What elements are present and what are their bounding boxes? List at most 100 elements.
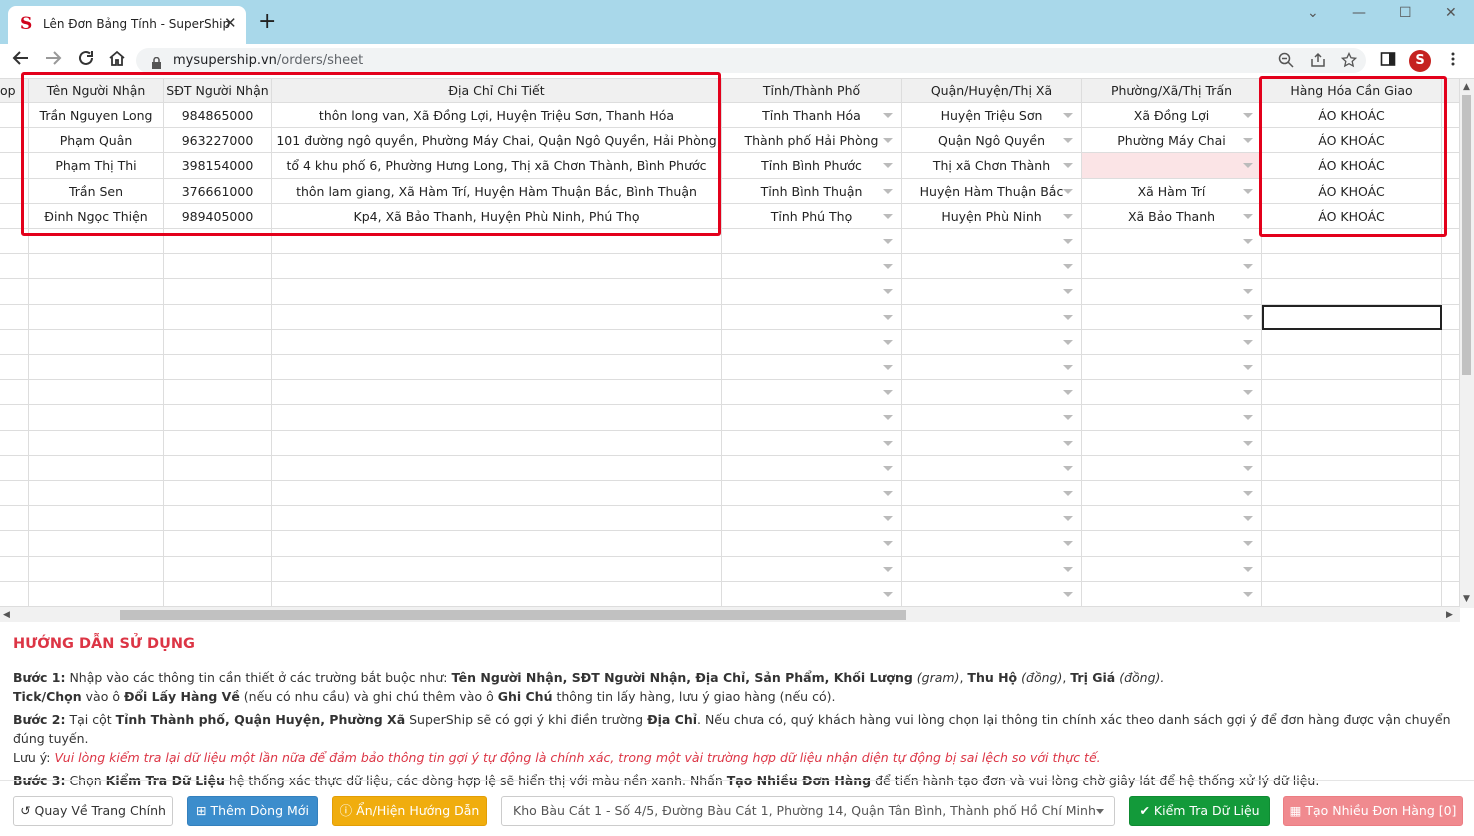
cell-address[interactable] <box>272 430 722 456</box>
cell-district[interactable] <box>902 455 1082 481</box>
cell-recipient-phone[interactable] <box>164 279 272 305</box>
cell-ward[interactable]: Xã Hàm Trí <box>1082 178 1262 204</box>
create-orders-button[interactable]: ▦ Tạo Nhiều Đơn Hàng [0] <box>1283 796 1463 826</box>
zoom-icon[interactable] <box>1278 52 1294 71</box>
table-row[interactable]: Đinh Ngọc Thiện 989405000 Kp4, Xã Bảo Than… <box>0 203 1460 229</box>
cell-ward[interactable] <box>1082 531 1262 557</box>
cell-ward[interactable] <box>1082 153 1262 179</box>
cell-address[interactable] <box>272 481 722 507</box>
cell-address[interactable] <box>272 405 722 431</box>
cell-district[interactable] <box>902 229 1082 255</box>
cell-goods[interactable] <box>1262 355 1442 381</box>
dropdown-arrow-icon[interactable] <box>1063 163 1073 169</box>
cell-province[interactable] <box>722 506 902 532</box>
cell-province[interactable] <box>722 455 902 481</box>
dropdown-arrow-icon[interactable] <box>1063 516 1073 522</box>
table-row[interactable] <box>0 405 1460 431</box>
cell-recipient-phone[interactable] <box>164 455 272 481</box>
cell-province[interactable] <box>722 304 902 330</box>
header-district[interactable]: Quận/Huyện/Thị Xã <box>902 79 1082 103</box>
table-row[interactable] <box>0 329 1460 355</box>
dropdown-arrow-icon[interactable] <box>1243 390 1253 396</box>
cell-goods[interactable] <box>1262 304 1442 330</box>
dropdown-arrow-icon[interactable] <box>1243 289 1253 295</box>
scroll-down-icon[interactable]: ▼ <box>1463 594 1470 604</box>
cell-district[interactable]: Huyện Triệu Sơn <box>902 103 1082 129</box>
cell-recipient-phone[interactable] <box>164 329 272 355</box>
cell-ward[interactable]: Xã Đồng Lợi <box>1082 103 1262 129</box>
cell-ward[interactable] <box>1082 581 1262 607</box>
cell-district[interactable] <box>902 304 1082 330</box>
cell-recipient-name[interactable]: Trần Nguyen Long <box>29 103 164 129</box>
cell-ward[interactable] <box>1082 506 1262 532</box>
table-row[interactable]: Trần Sen 376661000 thôn lam giang, Xã Hàm … <box>0 178 1460 204</box>
cell-recipient-phone[interactable]: 989405000 <box>164 203 272 229</box>
cell-district[interactable] <box>902 556 1082 582</box>
dropdown-arrow-icon[interactable] <box>1243 415 1253 421</box>
dropdown-arrow-icon[interactable] <box>883 339 893 345</box>
dropdown-arrow-icon[interactable] <box>1063 314 1073 320</box>
add-row-button[interactable]: ⊞ Thêm Dòng Mới <box>187 796 318 826</box>
cell-province[interactable] <box>722 329 902 355</box>
cell-recipient-name[interactable]: Đinh Ngọc Thiện <box>29 203 164 229</box>
header-recipient-phone[interactable]: SĐT Người Nhận <box>164 79 272 103</box>
cell-address[interactable]: thôn long van, Xã Đồng Lợi, Huyện Triệu … <box>272 103 722 129</box>
horizontal-scrollbar[interactable]: ◀ ▶ <box>0 607 1460 622</box>
cell-district[interactable]: Thị xã Chơn Thành <box>902 153 1082 179</box>
cell-ward[interactable] <box>1082 329 1262 355</box>
cell-address[interactable] <box>272 329 722 355</box>
dropdown-arrow-icon[interactable] <box>883 239 893 244</box>
orders-spreadsheet[interactable]: op Tên Người Nhận SĐT Người Nhận Địa Chỉ… <box>0 78 1474 608</box>
cell-recipient-phone[interactable] <box>164 355 272 381</box>
cell-recipient-name[interactable]: Phạm Quân <box>29 128 164 154</box>
cell-recipient-phone[interactable] <box>164 304 272 330</box>
cell-goods[interactable] <box>1262 455 1442 481</box>
cell-address[interactable] <box>272 556 722 582</box>
cell-address[interactable]: Kp4, Xã Bảo Thanh, Huyện Phù Ninh, Phú T… <box>272 203 722 229</box>
cell-goods[interactable] <box>1262 481 1442 507</box>
dropdown-arrow-icon[interactable] <box>883 516 893 522</box>
cell-recipient-name[interactable] <box>29 430 164 456</box>
tab-search-icon[interactable]: ⌄ <box>1307 5 1319 21</box>
table-row[interactable] <box>0 229 1460 255</box>
share-icon[interactable] <box>1310 52 1326 71</box>
cell-address[interactable]: thôn lam giang, Xã Hàm Trí, Huyện Hàm Th… <box>272 178 722 204</box>
cell-address[interactable] <box>272 455 722 481</box>
dropdown-arrow-icon[interactable] <box>1243 213 1253 219</box>
cell-province[interactable] <box>722 355 902 381</box>
check-data-button[interactable]: ✔ Kiểm Tra Dữ Liệu <box>1129 796 1270 826</box>
cell-goods[interactable] <box>1262 380 1442 406</box>
address-bar[interactable]: mysupership.vn/orders/sheet <box>136 48 1366 73</box>
cell-district[interactable]: Huyện Phù Ninh <box>902 203 1082 229</box>
cell-address[interactable] <box>272 581 722 607</box>
cell-province[interactable] <box>722 279 902 305</box>
cell-ward[interactable] <box>1082 430 1262 456</box>
tab-close-icon[interactable]: ✕ <box>224 15 237 31</box>
cell-address[interactable] <box>272 380 722 406</box>
cell-goods[interactable]: ÁO KHOÁC <box>1262 178 1442 204</box>
dropdown-arrow-icon[interactable] <box>883 566 893 572</box>
table-row[interactable] <box>0 304 1460 330</box>
cell-recipient-name[interactable] <box>29 481 164 507</box>
toggle-guide-button[interactable]: ⓘ Ẩn/Hiện Hướng Dẫn <box>332 796 487 826</box>
dropdown-arrow-icon[interactable] <box>1063 440 1073 446</box>
header-address[interactable]: Địa Chỉ Chi Tiết <box>272 79 722 103</box>
dropdown-arrow-icon[interactable] <box>1063 289 1073 295</box>
table-row[interactable] <box>0 506 1460 532</box>
cell-goods[interactable] <box>1262 229 1442 255</box>
cell-address[interactable] <box>272 355 722 381</box>
dropdown-arrow-icon[interactable] <box>1063 465 1073 471</box>
header-goods[interactable]: Hàng Hóa Cần Giao <box>1262 79 1442 103</box>
cell-recipient-name[interactable] <box>29 455 164 481</box>
cell-goods[interactable] <box>1262 506 1442 532</box>
cell-address[interactable] <box>272 229 722 255</box>
cell-recipient-phone[interactable] <box>164 506 272 532</box>
table-row[interactable] <box>0 481 1460 507</box>
cell-goods[interactable] <box>1262 581 1442 607</box>
table-row[interactable]: Phạm Quân 963227000 101 đường ngô quyền, P… <box>0 128 1460 154</box>
cell-district[interactable] <box>902 506 1082 532</box>
dropdown-arrow-icon[interactable] <box>1243 314 1253 320</box>
table-row[interactable] <box>0 279 1460 305</box>
dropdown-arrow-icon[interactable] <box>883 289 893 295</box>
dropdown-arrow-icon[interactable] <box>883 138 893 144</box>
